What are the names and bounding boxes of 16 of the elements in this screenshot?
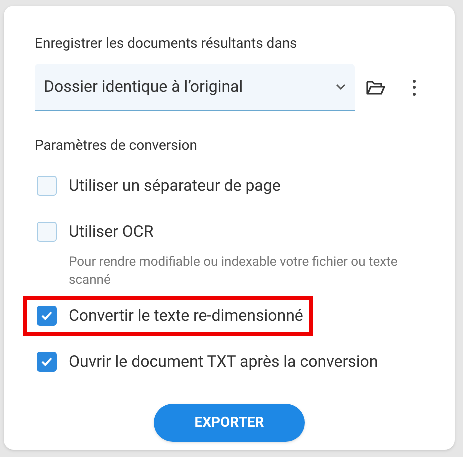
checkbox-label: Utiliser un séparateur de page bbox=[69, 175, 281, 197]
checkmark-icon bbox=[41, 311, 53, 321]
export-button[interactable]: EXPORTER bbox=[154, 404, 305, 442]
section-label: Enregistrer les documents résultants dans bbox=[35, 35, 298, 54]
checkbox-label: Ouvrir le document TXT après la conversion bbox=[69, 351, 378, 373]
checkbox[interactable] bbox=[37, 306, 57, 326]
hint-text: Pour rendre modifiable ou indexable votre fichier ou texte scanné bbox=[69, 254, 399, 290]
checkbox-label: Convertir le texte re-dimensionné bbox=[69, 305, 304, 327]
checkbox[interactable] bbox=[37, 352, 57, 372]
section-heading: Paramètres de conversion bbox=[35, 137, 199, 156]
checkbox[interactable] bbox=[37, 222, 57, 242]
checkbox[interactable] bbox=[37, 176, 57, 196]
checkbox-label: Utiliser OCR bbox=[69, 221, 154, 243]
checkmark-icon bbox=[41, 357, 53, 367]
folder-dropdown[interactable]: Dossier identique à l’original bbox=[35, 64, 355, 111]
chevron-down-icon bbox=[336, 84, 346, 90]
